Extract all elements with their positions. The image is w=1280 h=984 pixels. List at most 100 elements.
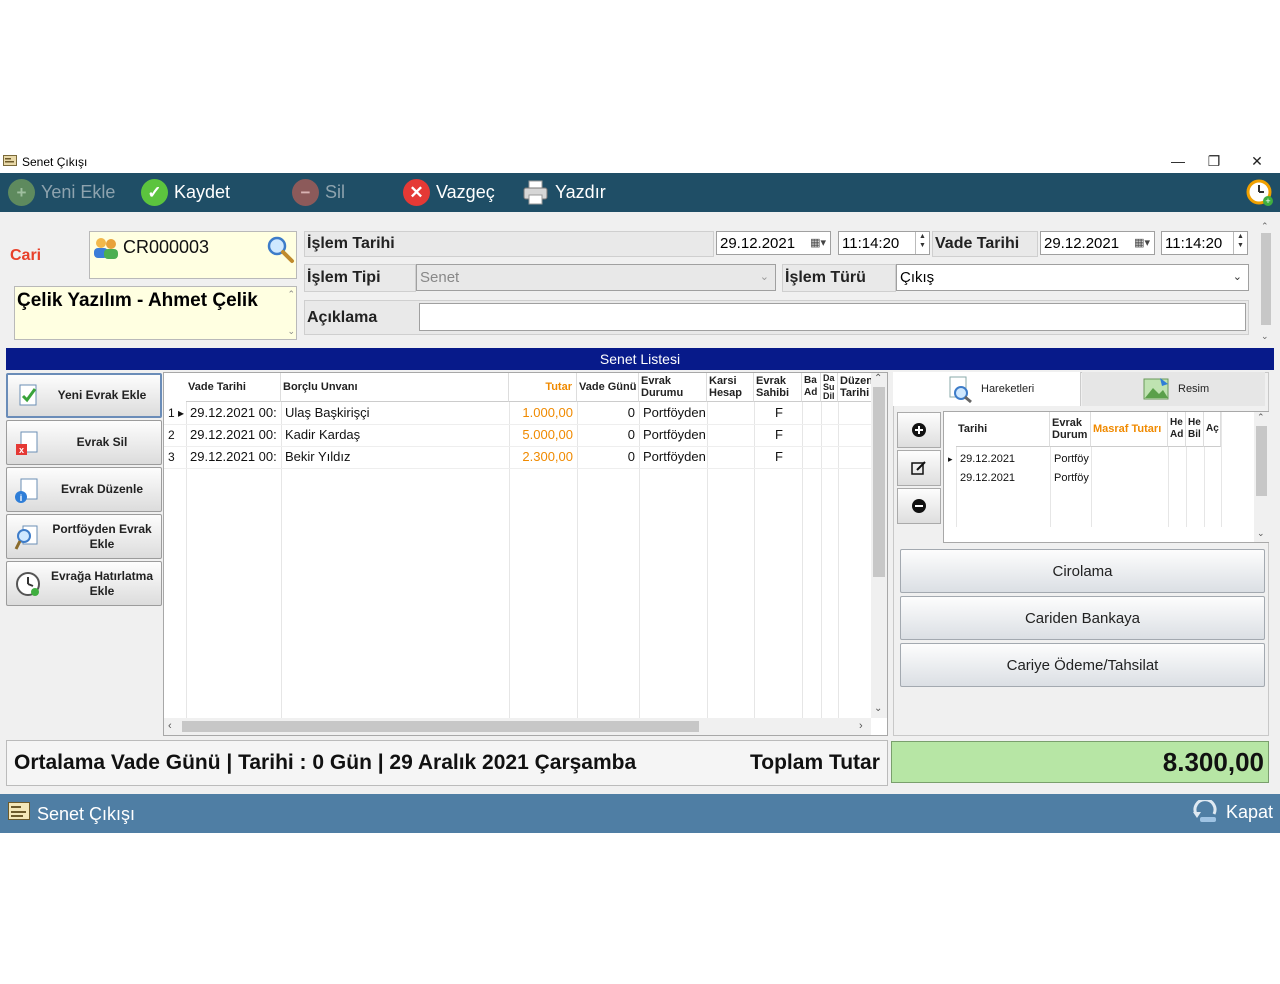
column-header-masraf-tutari[interactable]: Masraf Tutarı [1091,412,1168,447]
scroll-left-icon[interactable]: ‹ [168,720,172,732]
column-header-karsi-hesap[interactable]: Karsi Hesap [707,373,754,402]
column-header-vade-tarihi[interactable]: Vade Tarihi [186,373,281,402]
islem-tipi-label: İşlem Tipi [304,264,416,292]
scroll-right-icon[interactable]: › [859,720,863,732]
scrollbar-thumb[interactable] [1261,233,1271,325]
column-header-ac[interactable]: Aç [1204,412,1221,447]
edit-document-label: Evrak Düzenle [60,482,144,496]
vade-tarihi-input[interactable]: 29.12.2021 ▦▾ [1040,231,1155,255]
chevron-down-icon: ⌄ [759,271,769,283]
delete-document-label: Evrak Sil [76,435,128,449]
cari-name-value: Çelik Yazılım - Ahmet Çelik [17,290,258,311]
cari-name-field[interactable]: Çelik Yazılım - Ahmet Çelik ⌃ ⌄ [14,286,297,340]
islem-tipi-select[interactable]: Senet ⌄ [416,264,776,291]
senet-app-icon [3,155,17,166]
cari-code-value: CR000003 [123,237,210,257]
cariden-bankaya-button[interactable]: Cariden Bankaya [900,596,1265,640]
scrollbar-thumb[interactable] [1256,426,1267,496]
scroll-down-icon[interactable]: ⌄ [1257,528,1265,539]
column-header-evrak-sahibi[interactable]: Evrak Sahibi [754,373,802,402]
delete-button[interactable]: − Sil [292,177,345,208]
check-document-icon [8,802,30,820]
cancel-x-icon: ✕ [403,179,430,206]
scrollbar-thumb[interactable] [182,721,699,732]
column-header-ba-ad[interactable]: Ba Ad [802,373,821,402]
print-button[interactable]: Yazdır [522,177,606,208]
close-form-button[interactable]: Kapat [1192,800,1273,824]
scroll-up-icon[interactable]: ⌃ [1257,412,1265,423]
vade-saat-input[interactable]: 11:14:20 ▲ ▼ [1161,231,1248,255]
scroll-down-icon[interactable]: ⌄ [1261,331,1269,342]
islem-saat-input[interactable]: 11:14:20 ▲ ▼ [838,231,930,255]
new-document-button[interactable]: Yeni Evrak Ekle [6,373,162,418]
main-toolbar: + Yeni Ekle ✓ Kaydet − Sil ✕ Vazgeç Yazd… [0,173,1280,212]
column-header-he-ad[interactable]: He Ad [1168,412,1186,447]
column-header-da-su-dil[interactable]: Da Su Dil [821,373,838,402]
islem-turu-label: İşlem Türü [782,264,896,292]
tab-image[interactable]: Resim [1082,372,1265,406]
calendar-dropdown-icon[interactable]: ▦▾ [1134,236,1150,249]
svg-text:i: i [20,493,23,503]
checkmark-icon: ✓ [141,179,168,206]
scroll-down-icon[interactable]: ⌄ [874,703,882,714]
row-number: 1 ▸ [168,406,185,420]
save-button[interactable]: ✓ Kaydet [141,177,230,208]
scrollbar-thumb[interactable] [873,387,885,577]
column-header-borclu-unvani[interactable]: Borçlu Unvanı [281,373,509,402]
column-header-duzen-tarihi[interactable]: Düzen Tarihi [838,373,874,402]
cari-code-field[interactable]: CR000003 [89,231,297,279]
status-title: Senet Çıkışı [37,804,136,824]
search-icon[interactable] [265,234,295,264]
islem-turu-select[interactable]: Çıkış ⌄ [896,264,1249,291]
summary-bar: Ortalama Vade Günü | Tarihi : 0 Gün | 29… [6,740,888,786]
edit-icon [911,461,926,475]
cariye-odeme-tahsilat-button[interactable]: Cariye Ödeme/Tahsilat [900,643,1265,687]
edit-document-button[interactable]: i Evrak Düzenle [6,467,162,512]
grid-vertical-scrollbar[interactable]: ⌃ ⌄ [871,373,887,718]
alarm-clock-icon[interactable]: + [1245,177,1275,207]
new-document-label: Yeni Evrak Ekle [57,388,147,402]
new-button[interactable]: + Yeni Ekle [8,177,115,208]
form-scrollbar[interactable]: ⌃ ⌄ [1259,221,1273,345]
cancel-button[interactable]: ✕ Vazgeç [403,177,495,208]
scroll-down-icon[interactable]: ⌄ [287,326,295,337]
islem-tarihi-input[interactable]: 29.12.2021 ▦▾ [716,231,831,255]
column-header-evrak-durum[interactable]: Evrak Durum [1050,412,1091,447]
minimize-button[interactable]: — [1158,151,1198,171]
close-window-button[interactable]: ✕ [1237,151,1277,171]
senet-grid: Vade Tarihi Borçlu Unvanı Tutar Vade Gün… [163,372,888,736]
average-due-text: Ortalama Vade Günü | Tarihi : 0 Gün | 29… [14,751,637,774]
remove-movement-button[interactable] [897,488,941,524]
movements-scrollbar[interactable]: ⌃ ⌄ [1254,412,1269,542]
tab-image-label: Resim [1178,383,1210,395]
column-header-tutar[interactable]: Tutar [509,373,577,402]
scroll-up-icon[interactable]: ⌃ [1261,221,1269,232]
borclu-cell: Ulaş Başkirişçi [285,405,370,420]
tab-movements[interactable]: Hareketleri [893,372,1081,406]
document-delete-icon: x [16,431,38,455]
add-reminder-button[interactable]: Evrağa Hatırlatma Ekle [6,561,162,606]
column-header-evrak-durumu[interactable]: Evrak Durumu [639,373,707,402]
column-header-he-bil[interactable]: He Bil [1186,412,1204,447]
grid-horizontal-scrollbar[interactable]: ‹ › [164,718,871,735]
aciklama-input[interactable] [419,303,1246,331]
restore-button[interactable]: ❐ [1194,151,1234,171]
delete-document-button[interactable]: x Evrak Sil [6,420,162,465]
add-from-portfolio-button[interactable]: Portföyden Evrak Ekle [6,514,162,559]
column-header-vade-gunu[interactable]: Vade Günü [577,373,639,402]
new-button-label: Yeni Ekle [41,182,116,202]
column-header-tarihi[interactable]: Tarihi [956,412,1050,447]
time-spinner-icon[interactable]: ▲ ▼ [915,232,929,254]
cirolama-button[interactable]: Cirolama [900,549,1265,593]
edit-movement-button[interactable] [897,450,941,486]
add-movement-button[interactable] [897,412,941,448]
printer-icon [523,180,548,205]
time-spinner-icon[interactable]: ▲ ▼ [1233,232,1247,254]
scroll-up-icon[interactable]: ⌃ [287,289,295,300]
scroll-up-icon[interactable]: ⌃ [874,373,882,384]
vade-gunu-cell: 0 [627,405,635,420]
save-button-label: Kaydet [174,182,231,202]
window-titlebar: Senet Çıkışı — ❐ ✕ [0,149,1280,173]
delete-button-label: Sil [325,182,346,202]
calendar-dropdown-icon[interactable]: ▦▾ [810,236,826,249]
